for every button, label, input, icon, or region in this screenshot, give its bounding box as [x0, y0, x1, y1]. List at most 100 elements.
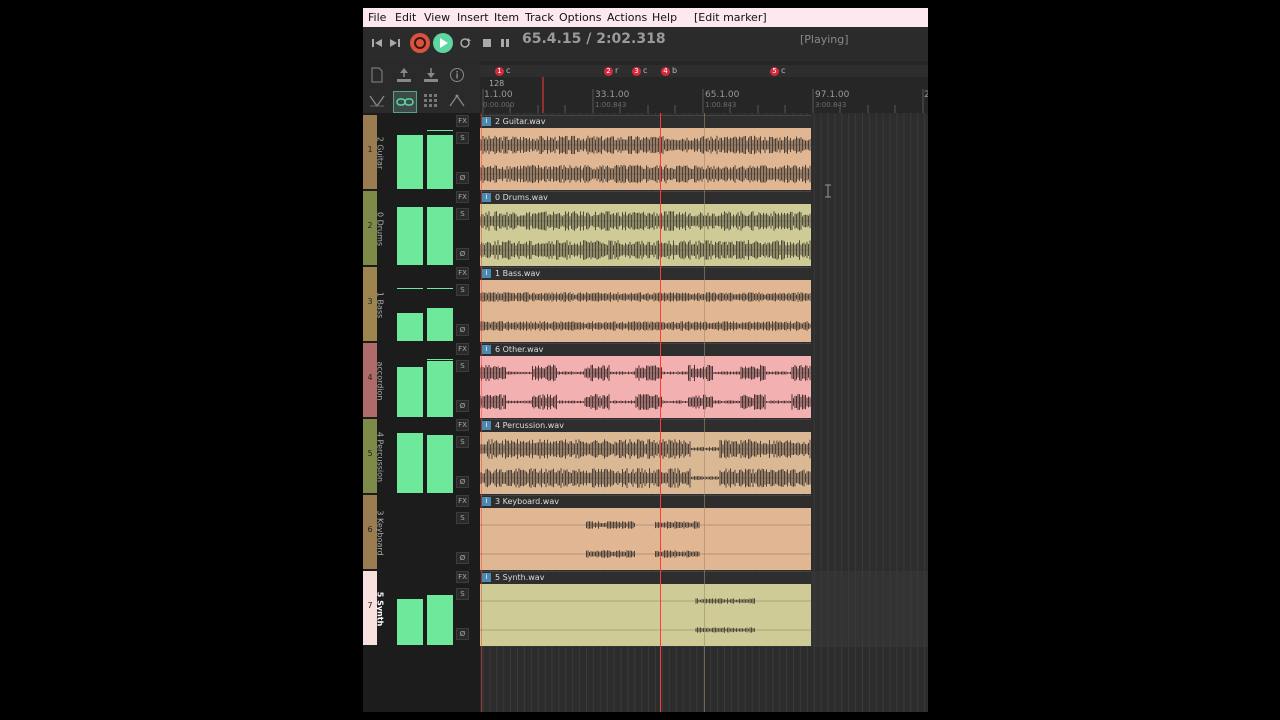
waveform — [480, 521, 811, 529]
track-header[interactable]: 3 1 Bass FX S Ø — [363, 267, 480, 343]
loop-start-line — [481, 113, 482, 712]
track-header[interactable]: 2 0 Drums FX S Ø — [363, 191, 480, 267]
menu-help[interactable]: Help — [652, 11, 677, 24]
timeline-ruler[interactable]: 1c 2r 3c 4b 5c 128 1.1.00 0:00.000 33.1.… — [480, 61, 928, 113]
meter-left — [397, 135, 423, 189]
track-control-panel: 1 2 Guitar FX S Ø 2 0 Drums FX S Ø 3 1 B… — [363, 113, 480, 712]
waveform — [480, 364, 811, 382]
fx-button[interactable]: FX — [456, 419, 469, 431]
fx-button[interactable]: FX — [456, 115, 469, 127]
menu-track[interactable]: Track — [525, 11, 554, 24]
daw-window: File Edit View Insert Item Track Options… — [363, 8, 928, 712]
upload-icon[interactable] — [395, 66, 413, 84]
menu-view[interactable]: View — [424, 11, 450, 24]
solo-button[interactable]: S — [456, 588, 469, 600]
pause-icon[interactable] — [497, 35, 513, 51]
track-name[interactable]: 0 Drums — [376, 212, 385, 246]
item-body — [480, 508, 811, 570]
level-meter — [397, 205, 454, 265]
menu-insert[interactable]: Insert — [457, 11, 489, 24]
track-header[interactable]: 6 3 Keyboard FX S Ø — [363, 495, 480, 571]
phase-label: Ø — [456, 172, 469, 184]
track-name[interactable]: 1 Bass — [376, 292, 385, 318]
waveform — [480, 627, 811, 633]
phase-button[interactable]: Ø — [456, 628, 469, 640]
fx-button[interactable]: FX — [456, 343, 469, 355]
menu-file[interactable]: File — [368, 11, 386, 24]
link-icon[interactable] — [393, 91, 417, 113]
item-header: i 3 Keyboard.wav — [480, 496, 811, 508]
item-icon: i — [482, 117, 491, 126]
peak-indicator — [397, 288, 423, 289]
phase-button[interactable]: Ø — [456, 172, 469, 184]
solo-label: S — [456, 208, 469, 220]
meter-right — [427, 361, 453, 417]
track-number: 1 — [367, 145, 373, 154]
track-name[interactable]: 3 Keyboard — [376, 510, 385, 555]
track-number: 4 — [367, 373, 373, 382]
solo-button[interactable]: S — [456, 360, 469, 372]
media-item[interactable]: i 1 Bass.wav — [480, 267, 811, 343]
menu-actions[interactable]: Actions — [607, 11, 647, 24]
shuffle-icon[interactable] — [368, 92, 386, 110]
solo-label: S — [456, 436, 469, 448]
info-icon[interactable] — [448, 66, 466, 84]
track-header[interactable]: 5 4 Percussion FX S Ø — [363, 419, 480, 495]
track-name[interactable]: 4 Percussion — [376, 432, 385, 482]
solo-button[interactable]: S — [456, 208, 469, 220]
media-item[interactable]: i 2 Guitar.wav — [480, 115, 811, 191]
next-icon[interactable] — [387, 35, 403, 51]
solo-button[interactable]: S — [456, 512, 469, 524]
waveform — [480, 240, 811, 260]
track-name[interactable]: 5 Synth — [376, 592, 385, 627]
prev-icon[interactable] — [369, 35, 385, 51]
level-meter — [397, 281, 454, 341]
fx-button[interactable]: FX — [456, 191, 469, 203]
envelope-icon[interactable] — [448, 92, 466, 110]
phase-button[interactable]: Ø — [456, 324, 469, 336]
media-item[interactable]: i 4 Percussion.wav — [480, 419, 811, 495]
media-item[interactable]: i 5 Synth.wav — [480, 571, 811, 647]
phase-button[interactable]: Ø — [456, 400, 469, 412]
waveform — [480, 550, 811, 558]
item-header: i 0 Drums.wav — [480, 192, 811, 204]
solo-button[interactable]: S — [456, 132, 469, 144]
solo-button[interactable]: S — [456, 284, 469, 296]
track-header[interactable]: 7 5 Synth FX S Ø — [363, 571, 480, 647]
download-icon[interactable] — [422, 66, 440, 84]
track-header[interactable]: 1 2 Guitar FX S Ø — [363, 115, 480, 191]
phase-button[interactable]: Ø — [456, 552, 469, 564]
track-name[interactable]: 2 Guitar — [376, 137, 385, 169]
waveform — [480, 292, 811, 302]
fx-button[interactable]: FX — [456, 495, 469, 507]
fx-button[interactable]: FX — [456, 571, 469, 583]
stop-icon[interactable] — [479, 35, 495, 51]
media-item[interactable]: i 0 Drums.wav — [480, 191, 811, 267]
phase-label: Ø — [456, 400, 469, 412]
record-icon[interactable] — [410, 33, 430, 53]
fx-button[interactable]: FX — [456, 267, 469, 279]
phase-label: Ø — [456, 628, 469, 640]
media-item[interactable]: i 3 Keyboard.wav — [480, 495, 811, 571]
solo-label: S — [456, 588, 469, 600]
menu-edit[interactable]: Edit — [395, 11, 416, 24]
track-name[interactable]: accordion — [376, 361, 385, 400]
solo-button[interactable]: S — [456, 436, 469, 448]
repeat-icon[interactable] — [457, 35, 473, 51]
phase-button[interactable]: Ø — [456, 248, 469, 260]
phase-button[interactable]: Ø — [456, 476, 469, 488]
item-name: 2 Guitar.wav — [495, 117, 546, 126]
grid-icon[interactable] — [422, 92, 440, 110]
track-header[interactable]: 4 accordion FX S Ø — [363, 343, 480, 419]
solo-label: S — [456, 360, 469, 372]
menu-options[interactable]: Options — [559, 11, 601, 24]
phase-label: Ø — [456, 248, 469, 260]
new-file-icon[interactable] — [368, 66, 386, 84]
arrange-view[interactable]: i 2 Guitar.wav i 0 Drums.wav i 1 Bass.wav i… — [480, 113, 928, 712]
item-body — [480, 280, 811, 342]
item-name: 6 Other.wav — [495, 345, 544, 354]
media-item[interactable]: i 6 Other.wav — [480, 343, 811, 419]
play-icon[interactable] — [433, 33, 453, 53]
item-header: i 4 Percussion.wav — [480, 420, 811, 432]
menu-item[interactable]: Item — [494, 11, 519, 24]
